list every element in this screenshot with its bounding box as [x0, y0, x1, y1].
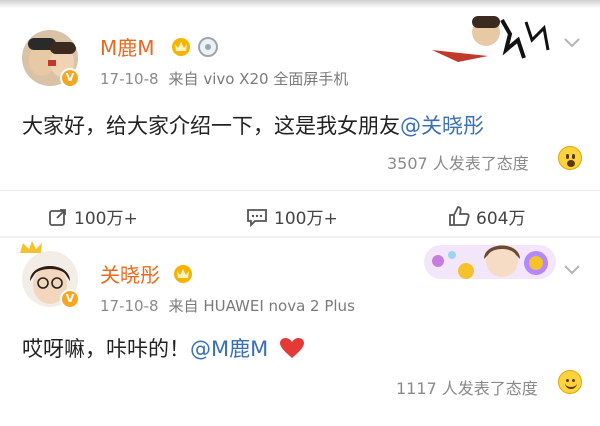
- username[interactable]: 关晓彤: [100, 259, 160, 288]
- divider: [0, 190, 600, 191]
- post-text-main: 大家好，给大家介绍一下，这是我女朋友: [22, 114, 400, 138]
- avatar-luhan[interactable]: V: [22, 30, 80, 88]
- post-text-main: 哎呀嘛，咔咔的！: [22, 337, 190, 361]
- emoji-laugh-icon[interactable]: [558, 370, 582, 394]
- decoration-banner: [432, 16, 550, 62]
- like-count: 604万: [476, 209, 526, 229]
- level-badge-icon: [198, 37, 218, 57]
- weibo-post-luhan: V M鹿M 17-10-8 来自 vivo X20 全面屏手机 大家好，给大家介绍…: [0, 0, 600, 180]
- heart-icon: [279, 338, 304, 358]
- post-source: 来自 HUAWEI nova 2 Plus: [168, 297, 355, 315]
- post-meta: 17-10-8 来自 vivo X20 全面屏手机: [100, 68, 348, 89]
- action-bar: 100万+ 100万+ 604万: [0, 192, 600, 238]
- weibo-post-guanxiaotong: V 关晓彤 17-10-8 来自 HUAWEI nova 2 Plus 哎呀嘛，咔…: [0, 237, 600, 426]
- comment-button[interactable]: 100万+: [246, 204, 338, 229]
- comment-count: 100万+: [274, 209, 338, 229]
- crown-badge-icon: [174, 265, 192, 283]
- verified-badge-icon: V: [60, 68, 80, 88]
- username[interactable]: M鹿M: [100, 32, 155, 61]
- like-icon: [449, 206, 470, 226]
- post-meta: 17-10-8 来自 HUAWEI nova 2 Plus: [100, 295, 355, 316]
- repost-count: 100万+: [74, 209, 138, 229]
- mention-link[interactable]: @M鹿M: [190, 337, 268, 361]
- post-text: 哎呀嘛，咔咔的！@M鹿M: [22, 333, 305, 363]
- mention-link[interactable]: @关晓彤: [400, 114, 484, 138]
- post-date: 17-10-8: [100, 297, 159, 315]
- like-button[interactable]: 604万: [448, 204, 525, 229]
- post-text: 大家好，给大家介绍一下，这是我女朋友@关晓彤: [22, 110, 484, 140]
- repost-button[interactable]: 100万+: [48, 204, 138, 229]
- avatar-guanxiaotong[interactable]: V: [22, 251, 80, 309]
- comment-icon: [247, 209, 267, 228]
- repost-icon: [49, 209, 66, 226]
- crown-badge-icon: [172, 38, 190, 56]
- reaction-count[interactable]: 1117 人发表了态度: [396, 375, 538, 399]
- reaction-count[interactable]: 3507 人发表了态度: [387, 150, 529, 174]
- post-source: 来自 vivo X20 全面屏手机: [168, 70, 349, 88]
- chevron-down-icon[interactable]: [562, 36, 582, 50]
- emoji-surprised-icon[interactable]: [558, 146, 582, 170]
- verified-badge-icon: V: [60, 289, 80, 309]
- chevron-down-icon[interactable]: [562, 263, 582, 277]
- decoration-banner: [424, 245, 556, 279]
- post-date: 17-10-8: [100, 70, 159, 88]
